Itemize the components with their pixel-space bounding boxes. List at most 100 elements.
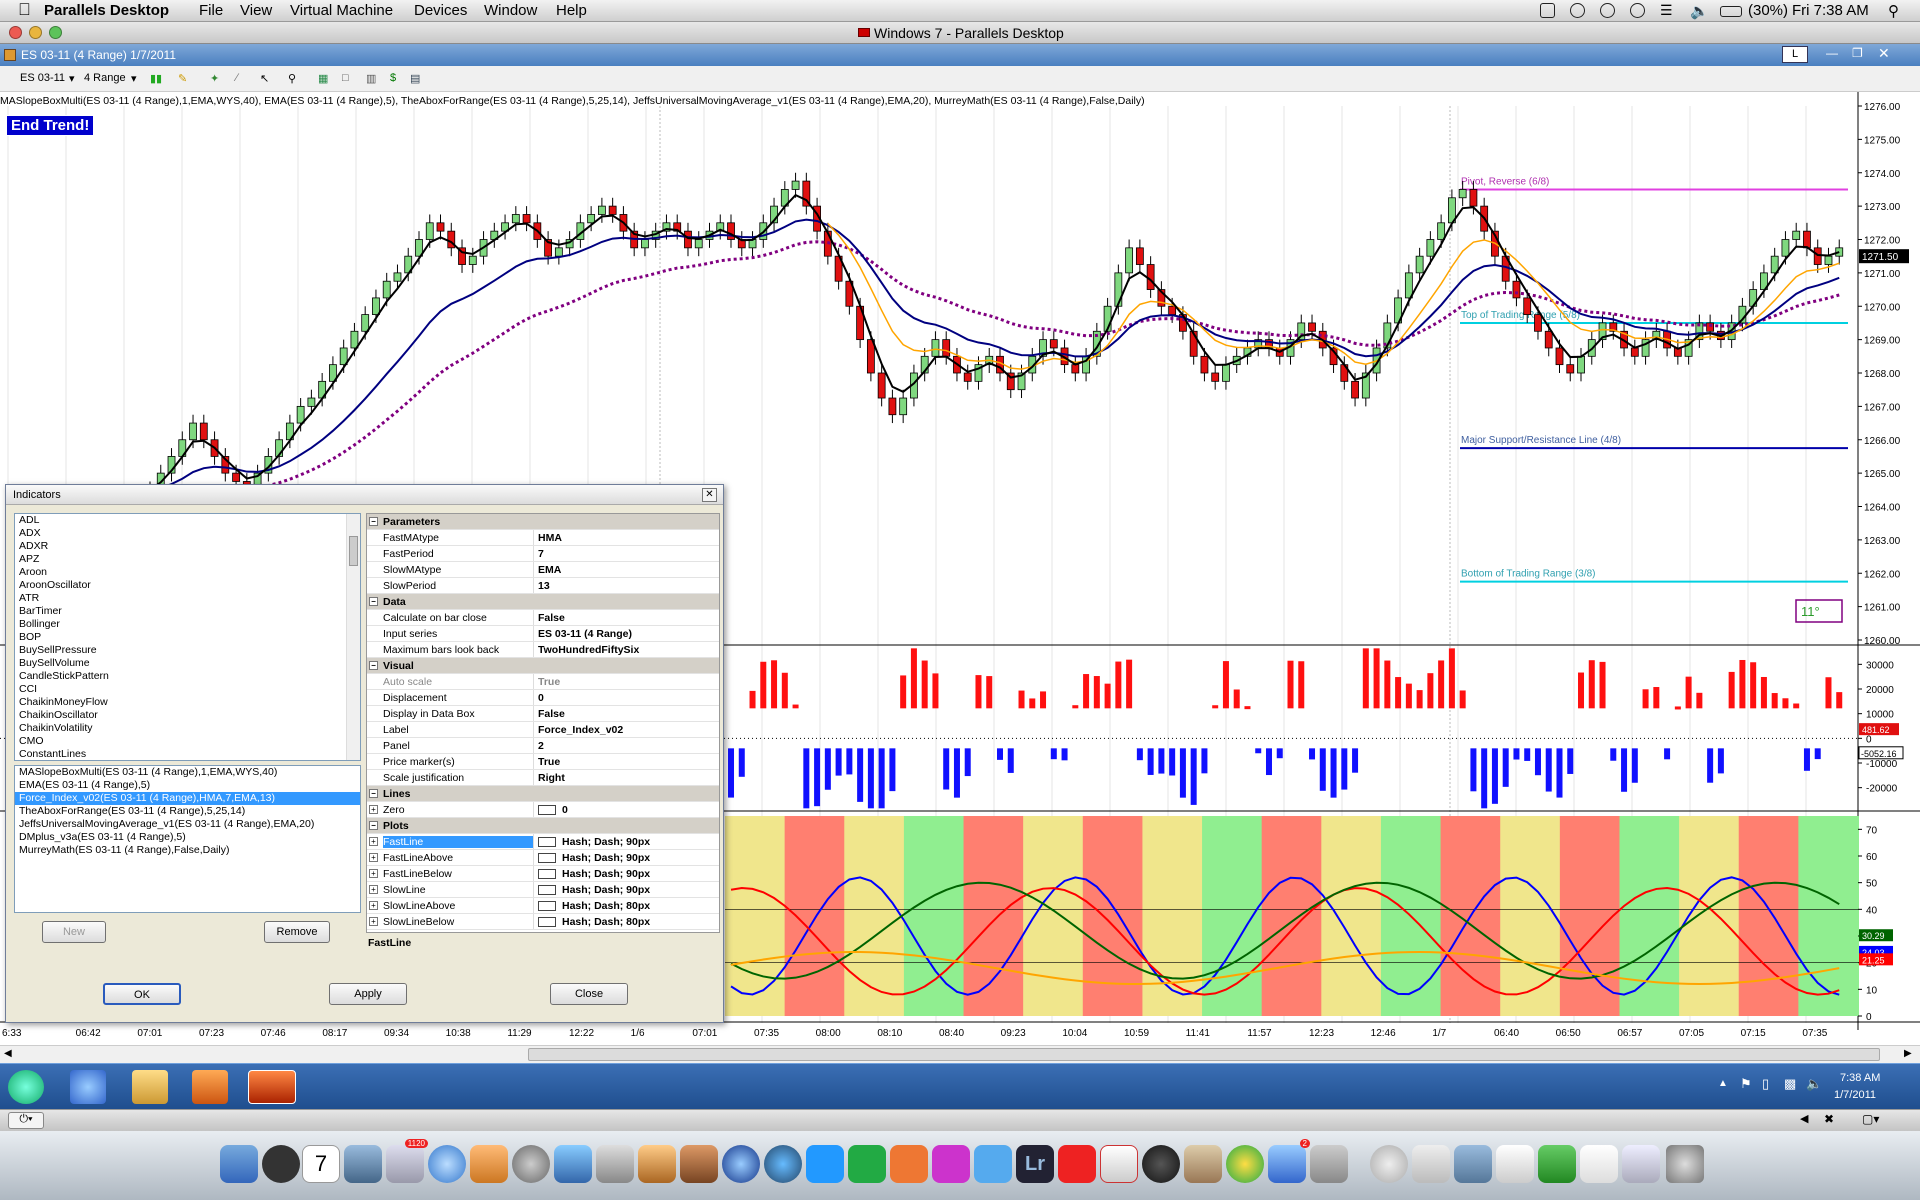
applied-indicator-item[interactable]: MurreyMath(ES 03-11 (4 Range),False,Dail… <box>15 844 360 857</box>
available-indicator-item[interactable]: ATR <box>15 592 360 605</box>
menu-window[interactable]: Window <box>484 2 537 19</box>
property-value[interactable]: HMA <box>533 530 719 545</box>
available-indicator-item[interactable]: CandleStickPattern <box>15 670 360 683</box>
property-category[interactable]: − Parameters <box>367 514 719 530</box>
parallels-dock-icon[interactable] <box>1058 1145 1096 1183</box>
collapse-icon[interactable]: − <box>369 517 378 526</box>
tray-device-icon[interactable]: ▯ <box>1762 1076 1769 1092</box>
color-swatch[interactable] <box>538 805 556 816</box>
entourage-icon[interactable] <box>932 1145 970 1183</box>
template-icon[interactable]: ▤ <box>410 72 420 85</box>
property-value[interactable]: TwoHundredFiftySix <box>533 642 719 657</box>
chrome-icon[interactable] <box>1226 1145 1264 1183</box>
safari-icon[interactable] <box>428 1145 466 1183</box>
document-icon[interactable] <box>1412 1145 1450 1183</box>
indicator-icon[interactable]: ✦ <box>210 72 219 85</box>
close-icon[interactable]: ✕ <box>1878 45 1890 62</box>
property-row[interactable]: + SlowLineAbove Hash; Dash; 80px <box>367 898 719 914</box>
expand-icon[interactable]: + <box>369 917 378 926</box>
garageband-icon[interactable] <box>680 1145 718 1183</box>
taskbar-time[interactable]: 7:38 AM <box>1840 1072 1880 1084</box>
iphoto-icon[interactable] <box>344 1145 382 1183</box>
available-indicator-item[interactable]: ADL <box>15 514 360 527</box>
applied-indicator-item[interactable]: JeffsUniversalMovingAverage_v1(ES 03-11 … <box>15 818 360 831</box>
app-menu[interactable]: Parallels Desktop <box>44 2 169 19</box>
property-row[interactable]: Displacement 0 <box>367 690 719 706</box>
word-icon[interactable] <box>806 1145 844 1183</box>
available-indicator-item[interactable]: APZ <box>15 553 360 566</box>
file-stack-icon[interactable] <box>1580 1145 1618 1183</box>
property-row[interactable]: Panel 2 <box>367 738 719 754</box>
menu-file[interactable]: File <box>199 2 223 19</box>
strategy-icon[interactable]: ∕ <box>236 72 238 84</box>
messenger-icon[interactable] <box>974 1145 1012 1183</box>
lightroom-icon[interactable]: Lr <box>1016 1145 1054 1183</box>
time-machine-dock-icon[interactable] <box>764 1145 802 1183</box>
property-value[interactable]: Hash; Dash; 80px <box>533 914 719 929</box>
property-row[interactable]: Input series ES 03-11 (4 Range) <box>367 626 719 642</box>
address-book-icon[interactable] <box>470 1145 508 1183</box>
available-indicators-list[interactable]: ADL ADX ADXR APZ Aroon AroonOscillator ATR BarT… <box>14 513 361 761</box>
property-row[interactable]: Auto scale True <box>367 674 719 690</box>
expand-icon[interactable]: + <box>369 901 378 910</box>
restore-icon[interactable]: ❐ <box>1852 46 1863 60</box>
menu-virtual-machine[interactable]: Virtual Machine <box>290 2 393 19</box>
applied-indicator-item[interactable]: EMA(ES 03-11 (4 Range),5) <box>15 779 360 792</box>
imovie-icon[interactable] <box>596 1145 634 1183</box>
power-icon[interactable]: ⏻▾ <box>8 1112 44 1129</box>
available-indicator-item[interactable]: Aroon <box>15 566 360 579</box>
applied-indicator-item[interactable]: Force_Index_v02(ES 03-11 (4 Range),HMA,7… <box>15 792 360 805</box>
collapse-icon[interactable]: − <box>369 821 378 830</box>
property-value[interactable]: Hash; Dash; 90px <box>533 866 719 881</box>
app-store-icon[interactable]: 2 <box>1268 1139 1310 1183</box>
property-row[interactable]: SlowMAtype EMA <box>367 562 719 578</box>
close-button[interactable]: Close <box>550 983 628 1005</box>
property-value[interactable]: 0 <box>533 690 719 705</box>
instrument-dropdown-icon[interactable]: ▾ <box>69 72 75 85</box>
property-row[interactable]: Scale justification Right <box>367 770 719 786</box>
applied-indicators-list[interactable]: MASlopeBoxMulti(ES 03-11 (4 Range),1,EMA… <box>14 765 361 913</box>
collapse-icon[interactable]: − <box>369 789 378 798</box>
downloads-icon[interactable] <box>1496 1145 1534 1183</box>
property-row[interactable]: Label Force_Index_v02 <box>367 722 719 738</box>
available-indicator-item[interactable]: ADXR <box>15 540 360 553</box>
dialog-close-icon[interactable]: ✕ <box>702 488 717 502</box>
ok-button[interactable]: OK <box>103 983 181 1005</box>
menu-view[interactable]: View <box>240 2 272 19</box>
remove-button[interactable]: Remove <box>264 921 330 943</box>
property-value[interactable]: 0 <box>533 802 719 817</box>
utility-icon[interactable] <box>1310 1145 1348 1183</box>
property-row[interactable]: + SlowLineBelow Hash; Dash; 80px <box>367 914 719 930</box>
applied-indicator-item[interactable]: DMplus_v3a(ES 03-11 (4 Range),5) <box>15 831 360 844</box>
tray-flag-icon[interactable]: ⚑ <box>1740 1076 1752 1092</box>
property-row[interactable]: Price marker(s) True <box>367 754 719 770</box>
spotlight-icon[interactable]: ⚲ <box>1888 2 1899 20</box>
expand-icon[interactable]: + <box>369 805 378 814</box>
available-indicator-item[interactable]: AroonOscillator <box>15 579 360 592</box>
zoom-window-icon[interactable] <box>49 26 62 39</box>
dollar-icon[interactable]: $ <box>390 72 396 84</box>
period-dropdown-icon[interactable]: ▾ <box>131 72 137 85</box>
property-value[interactable]: Right <box>533 770 719 785</box>
scroll-thumb[interactable] <box>349 536 358 566</box>
available-indicator-item[interactable]: CCI <box>15 683 360 696</box>
property-row[interactable]: + FastLineAbove Hash; Dash; 90px <box>367 850 719 866</box>
available-indicator-item[interactable]: BarTimer <box>15 605 360 618</box>
available-indicator-item[interactable]: Bollinger <box>15 618 360 631</box>
apply-button[interactable]: Apply <box>329 983 407 1005</box>
powerpoint-icon[interactable] <box>890 1145 928 1183</box>
link-button[interactable]: L <box>1782 46 1808 63</box>
expand-icon[interactable]: + <box>369 853 378 862</box>
zoom-icon[interactable]: ⚲ <box>288 72 296 85</box>
available-indicator-item[interactable]: ChaikinMoneyFlow <box>15 696 360 709</box>
collapse-icon[interactable]: − <box>369 597 378 606</box>
color-swatch[interactable] <box>538 885 556 896</box>
property-row[interactable]: Display in Data Box False <box>367 706 719 722</box>
applications-folder-icon[interactable] <box>1454 1145 1492 1183</box>
trash-icon[interactable] <box>1666 1145 1704 1183</box>
aperture-icon[interactable] <box>1142 1145 1180 1183</box>
available-indicator-item[interactable]: BuySellVolume <box>15 657 360 670</box>
minimize-icon[interactable]: — <box>1826 46 1838 60</box>
available-indicator-item[interactable]: BOP <box>15 631 360 644</box>
scroll-right-icon[interactable]: ▶ <box>1904 1048 1912 1059</box>
